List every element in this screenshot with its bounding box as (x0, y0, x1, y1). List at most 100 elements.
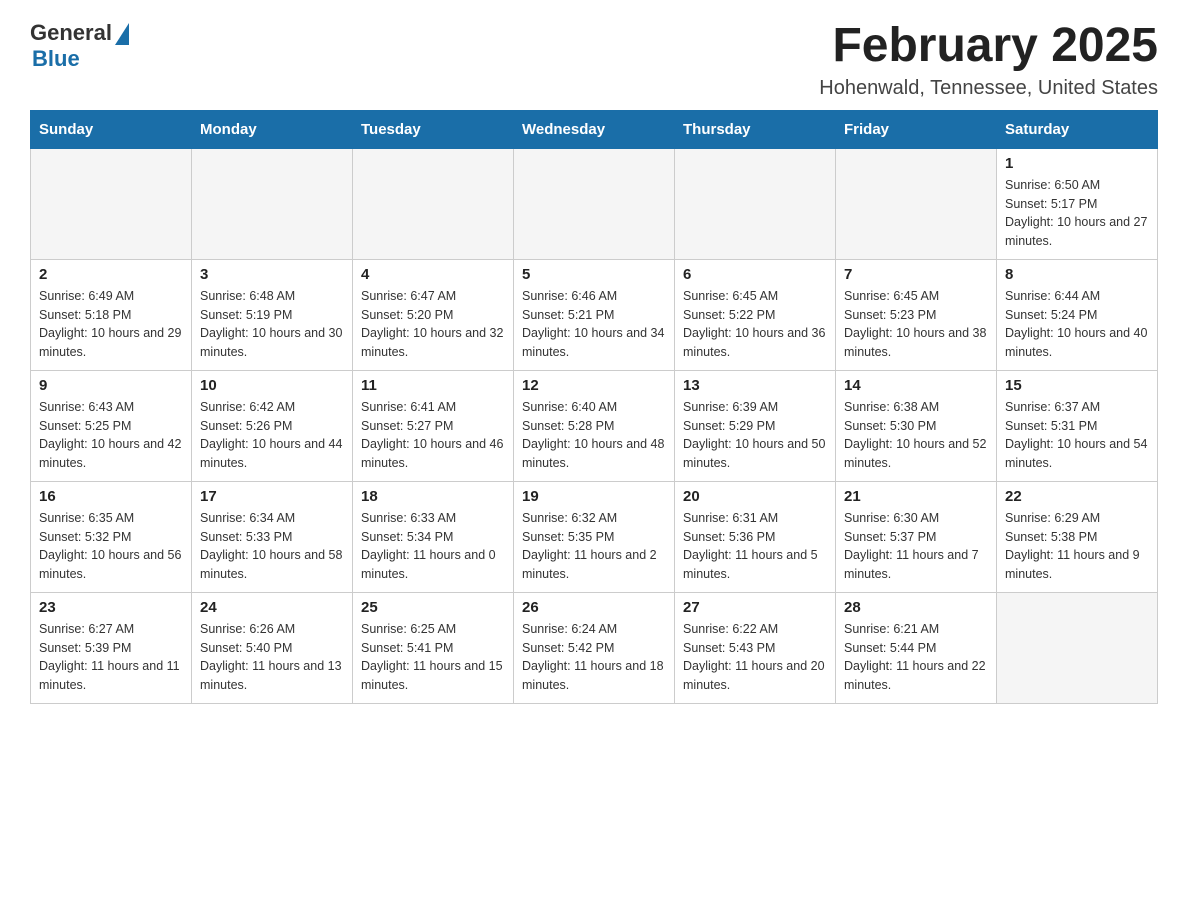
day-number: 8 (1005, 266, 1149, 283)
table-row (192, 148, 353, 259)
day-info: Sunrise: 6:49 AMSunset: 5:18 PMDaylight:… (39, 287, 183, 362)
day-info: Sunrise: 6:43 AMSunset: 5:25 PMDaylight:… (39, 398, 183, 473)
col-wednesday: Wednesday (514, 110, 675, 148)
day-info: Sunrise: 6:38 AMSunset: 5:30 PMDaylight:… (844, 398, 988, 473)
calendar-header-row: Sunday Monday Tuesday Wednesday Thursday… (31, 110, 1158, 148)
day-number: 24 (200, 599, 344, 616)
day-number: 4 (361, 266, 505, 283)
table-row: 22 Sunrise: 6:29 AMSunset: 5:38 PMDayligh… (997, 481, 1158, 592)
table-row: 2Sunrise: 6:49 AMSunset: 5:18 PMDaylight… (31, 259, 192, 370)
day-info: Sunrise: 6:29 AMSunset: 5:38 PMDaylight:… (1005, 509, 1149, 584)
table-row: 7 Sunrise: 6:45 AMSunset: 5:23 PMDaylight… (836, 259, 997, 370)
day-number: 1 (1005, 155, 1149, 172)
table-row: 1 Sunrise: 6:50 AMSunset: 5:17 PMDaylight… (997, 148, 1158, 259)
calendar-week-row: 2Sunrise: 6:49 AMSunset: 5:18 PMDaylight… (31, 259, 1158, 370)
table-row: 15 Sunrise: 6:37 AMSunset: 5:31 PMDayligh… (997, 370, 1158, 481)
day-number: 22 (1005, 488, 1149, 505)
logo-general-text: General (30, 20, 112, 46)
col-sunday: Sunday (31, 110, 192, 148)
table-row: 27 Sunrise: 6:22 AMSunset: 5:43 PMDayligh… (675, 592, 836, 703)
day-number: 16 (39, 488, 183, 505)
table-row: 5 Sunrise: 6:46 AMSunset: 5:21 PMDaylight… (514, 259, 675, 370)
table-row (514, 148, 675, 259)
day-info: Sunrise: 6:42 AMSunset: 5:26 PMDaylight:… (200, 398, 344, 473)
day-info: Sunrise: 6:25 AMSunset: 5:41 PMDaylight:… (361, 620, 505, 695)
table-row: 25Sunrise: 6:25 AMSunset: 5:41 PMDayligh… (353, 592, 514, 703)
day-number: 21 (844, 488, 988, 505)
day-number: 26 (522, 599, 666, 616)
table-row: 6 Sunrise: 6:45 AMSunset: 5:22 PMDaylight… (675, 259, 836, 370)
day-info: Sunrise: 6:30 AMSunset: 5:37 PMDaylight:… (844, 509, 988, 584)
table-row (31, 148, 192, 259)
day-info: Sunrise: 6:37 AMSunset: 5:31 PMDaylight:… (1005, 398, 1149, 473)
table-row: 19 Sunrise: 6:32 AMSunset: 5:35 PMDayligh… (514, 481, 675, 592)
day-number: 28 (844, 599, 988, 616)
table-row: 3 Sunrise: 6:48 AMSunset: 5:19 PMDaylight… (192, 259, 353, 370)
col-monday: Monday (192, 110, 353, 148)
col-thursday: Thursday (675, 110, 836, 148)
day-number: 23 (39, 599, 183, 616)
logo-blue-text: Blue (32, 46, 80, 72)
day-info: Sunrise: 6:22 AMSunset: 5:43 PMDaylight:… (683, 620, 827, 695)
col-saturday: Saturday (997, 110, 1158, 148)
day-number: 5 (522, 266, 666, 283)
day-number: 27 (683, 599, 827, 616)
logo-triangle-icon (115, 23, 129, 45)
day-number: 18 (361, 488, 505, 505)
day-info: Sunrise: 6:45 AMSunset: 5:22 PMDaylight:… (683, 287, 827, 362)
table-row: 9Sunrise: 6:43 AMSunset: 5:25 PMDaylight… (31, 370, 192, 481)
location-title: Hohenwald, Tennessee, United States (819, 77, 1158, 100)
table-row: 8Sunrise: 6:44 AMSunset: 5:24 PMDaylight… (997, 259, 1158, 370)
day-info: Sunrise: 6:33 AMSunset: 5:34 PMDaylight:… (361, 509, 505, 584)
day-number: 6 (683, 266, 827, 283)
table-row: 21 Sunrise: 6:30 AMSunset: 5:37 PMDayligh… (836, 481, 997, 592)
table-row: 17 Sunrise: 6:34 AMSunset: 5:33 PMDayligh… (192, 481, 353, 592)
table-row: 12 Sunrise: 6:40 AMSunset: 5:28 PMDayligh… (514, 370, 675, 481)
col-tuesday: Tuesday (353, 110, 514, 148)
table-row: 4Sunrise: 6:47 AMSunset: 5:20 PMDaylight… (353, 259, 514, 370)
calendar-week-row: 1 Sunrise: 6:50 AMSunset: 5:17 PMDaylight… (31, 148, 1158, 259)
calendar-week-row: 23 Sunrise: 6:27 AMSunset: 5:39 PMDayligh… (31, 592, 1158, 703)
calendar-table: Sunday Monday Tuesday Wednesday Thursday… (30, 110, 1158, 704)
day-info: Sunrise: 6:46 AMSunset: 5:21 PMDaylight:… (522, 287, 666, 362)
day-number: 10 (200, 377, 344, 394)
month-title: February 2025 (819, 20, 1158, 73)
table-row: 28 Sunrise: 6:21 AMSunset: 5:44 PMDayligh… (836, 592, 997, 703)
day-number: 7 (844, 266, 988, 283)
day-info: Sunrise: 6:31 AMSunset: 5:36 PMDaylight:… (683, 509, 827, 584)
col-friday: Friday (836, 110, 997, 148)
day-info: Sunrise: 6:24 AMSunset: 5:42 PMDaylight:… (522, 620, 666, 695)
table-row (997, 592, 1158, 703)
day-number: 15 (1005, 377, 1149, 394)
calendar-week-row: 16 Sunrise: 6:35 AMSunset: 5:32 PMDayligh… (31, 481, 1158, 592)
logo: General Blue (30, 20, 129, 72)
table-row: 11Sunrise: 6:41 AMSunset: 5:27 PMDayligh… (353, 370, 514, 481)
table-row: 26 Sunrise: 6:24 AMSunset: 5:42 PMDayligh… (514, 592, 675, 703)
day-info: Sunrise: 6:35 AMSunset: 5:32 PMDaylight:… (39, 509, 183, 584)
day-info: Sunrise: 6:40 AMSunset: 5:28 PMDaylight:… (522, 398, 666, 473)
calendar-week-row: 9Sunrise: 6:43 AMSunset: 5:25 PMDaylight… (31, 370, 1158, 481)
table-row (675, 148, 836, 259)
title-area: February 2025 Hohenwald, Tennessee, Unit… (819, 20, 1158, 100)
day-number: 3 (200, 266, 344, 283)
table-row: 13 Sunrise: 6:39 AMSunset: 5:29 PMDayligh… (675, 370, 836, 481)
day-info: Sunrise: 6:48 AMSunset: 5:19 PMDaylight:… (200, 287, 344, 362)
day-number: 20 (683, 488, 827, 505)
table-row: 23 Sunrise: 6:27 AMSunset: 5:39 PMDayligh… (31, 592, 192, 703)
table-row: 20 Sunrise: 6:31 AMSunset: 5:36 PMDayligh… (675, 481, 836, 592)
day-number: 14 (844, 377, 988, 394)
day-info: Sunrise: 6:21 AMSunset: 5:44 PMDaylight:… (844, 620, 988, 695)
day-number: 13 (683, 377, 827, 394)
table-row: 16 Sunrise: 6:35 AMSunset: 5:32 PMDayligh… (31, 481, 192, 592)
day-number: 11 (361, 377, 505, 394)
day-info: Sunrise: 6:34 AMSunset: 5:33 PMDaylight:… (200, 509, 344, 584)
day-info: Sunrise: 6:50 AMSunset: 5:17 PMDaylight:… (1005, 176, 1149, 251)
day-number: 17 (200, 488, 344, 505)
day-number: 19 (522, 488, 666, 505)
day-info: Sunrise: 6:39 AMSunset: 5:29 PMDaylight:… (683, 398, 827, 473)
table-row (836, 148, 997, 259)
day-number: 12 (522, 377, 666, 394)
day-info: Sunrise: 6:45 AMSunset: 5:23 PMDaylight:… (844, 287, 988, 362)
day-info: Sunrise: 6:32 AMSunset: 5:35 PMDaylight:… (522, 509, 666, 584)
day-info: Sunrise: 6:27 AMSunset: 5:39 PMDaylight:… (39, 620, 183, 695)
